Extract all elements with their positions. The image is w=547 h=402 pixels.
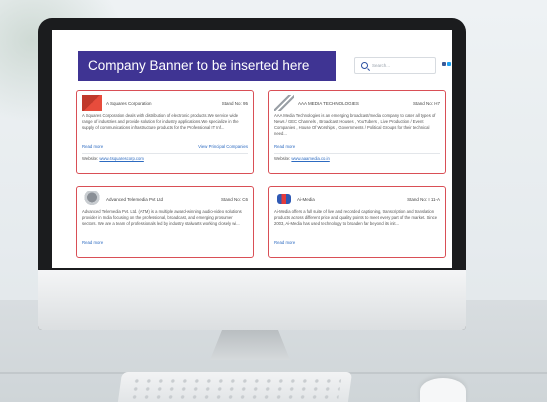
stand-number: Stand No: I 11-A [407, 196, 440, 202]
company-name[interactable]: Ai-Media [297, 197, 407, 202]
social-icons [442, 62, 452, 66]
monitor-chin [38, 270, 466, 330]
company-name[interactable]: Advanced Telemedia Pvt Ltd [106, 197, 221, 202]
stand-number: Stand No: C6 [220, 196, 248, 202]
company-description: A Squares Corporation deals with distrib… [82, 113, 239, 130]
monitor-stand [210, 330, 290, 360]
website-row: Website: www.4squarescorp.com [82, 156, 248, 161]
divider [274, 153, 440, 154]
read-more-link[interactable]: Read more [82, 240, 103, 245]
search-box[interactable]: Search... [354, 57, 436, 74]
divider [82, 153, 248, 154]
view-principal-companies-link[interactable]: View Principal Companies [198, 144, 248, 149]
exhibitor-grid: A Squares Corporation Stand No: 95 A Squ… [76, 90, 446, 258]
website-link[interactable]: www.aaamedia.co.in [291, 156, 329, 161]
website-row: Website: www.aaamedia.co.in [274, 156, 440, 161]
screen: Company Banner to be inserted here Searc… [52, 30, 452, 268]
aaa-media-logo-icon [274, 95, 294, 111]
a-squares-logo-icon [82, 95, 102, 111]
read-more-link[interactable]: Read more [274, 240, 295, 245]
exhibitor-card[interactable]: Advanced Telemedia Pvt Ltd Stand No: C6 … [76, 186, 254, 258]
twitter-icon[interactable] [447, 62, 451, 66]
website-label: Website: [82, 156, 99, 161]
website-label: Website: [274, 156, 291, 161]
exhibitor-card[interactable]: Ai-Media Stand No: I 11-A Ai-Media offer… [268, 186, 446, 258]
company-banner: Company Banner to be inserted here [78, 51, 336, 81]
company-name[interactable]: A Squares Corporation [106, 101, 222, 106]
ai-media-logo-icon [277, 194, 291, 204]
exhibitor-card[interactable]: A Squares Corporation Stand No: 95 A Squ… [76, 90, 254, 174]
keyboard [117, 372, 353, 402]
search-icon[interactable] [361, 62, 368, 69]
exhibitor-card[interactable]: AAA MEDIA TECHNOLOGIES Stand No: H7 AAA … [268, 90, 446, 174]
search-input[interactable]: Search... [372, 63, 390, 68]
facebook-icon[interactable] [442, 62, 446, 66]
company-name[interactable]: AAA MEDIA TECHNOLOGIES [298, 101, 413, 106]
stand-number: Stand No: 95 [221, 100, 248, 106]
mouse [420, 378, 466, 402]
company-description: Advanced Telemedia Pvt. Ltd. (ATM) is a … [82, 209, 242, 226]
stand-number: Stand No: H7 [412, 100, 440, 106]
company-description: AAA Media Technologies is an emerging br… [274, 113, 436, 136]
read-more-link[interactable]: Read more [82, 144, 103, 149]
top-bar: Company Banner to be inserted here Searc… [52, 30, 452, 81]
monitor: Company Banner to be inserted here Searc… [38, 18, 466, 330]
website-link[interactable]: www.4squarescorp.com [99, 156, 143, 161]
company-description: Ai-Media offers a full suite of live and… [274, 209, 438, 226]
read-more-link[interactable]: Read more [274, 144, 295, 149]
advanced-telemedia-logo-icon [82, 191, 102, 207]
